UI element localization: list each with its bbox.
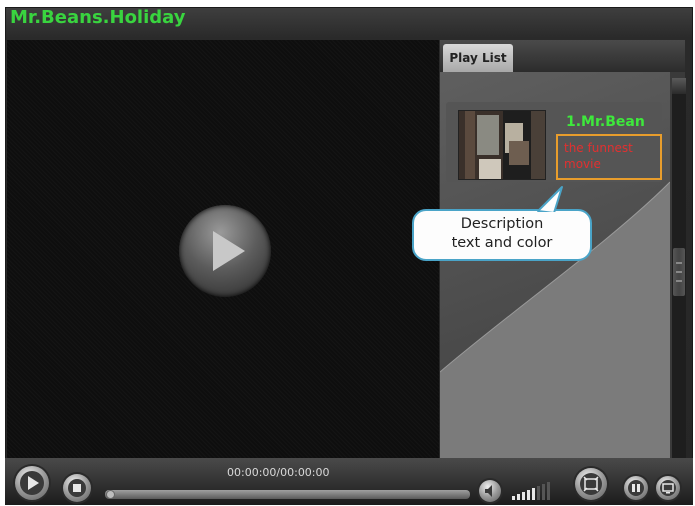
grip-line [676,271,682,273]
playlist-icon [628,480,644,496]
video-thumbnail [458,110,546,180]
grip-line [676,262,682,264]
stop-button[interactable] [63,474,91,502]
playlist-scrollbar[interactable] [672,78,686,458]
callout-line-2: text and color [451,235,553,251]
play-icon [20,471,44,495]
tab-play-list[interactable]: Play List [443,44,513,72]
annotation-callout: Description text and color [412,186,592,261]
seek-handle[interactable] [106,490,115,499]
playlist-content: 1.Mr.Bean the funnest movie [440,72,670,458]
playlist-item-title: 1.Mr.Bean [566,114,645,130]
volume-button[interactable] [479,480,501,502]
callout-text: Description text and color [414,215,590,253]
stop-icon [68,479,86,497]
control-bar: 00:00:00/00:00:00 [5,458,693,505]
seek-bar[interactable] [105,490,470,499]
fullscreen-button[interactable] [575,468,607,500]
grip-line [676,280,682,282]
playlist-item[interactable]: 1.Mr.Bean the funnest movie [446,102,662,182]
scroll-thumb[interactable] [673,248,685,296]
play-icon [213,231,245,271]
playlist-item-description: the funnest movie [564,141,633,171]
description-highlight-box: the funnest movie [556,134,662,180]
big-play-button[interactable] [179,205,271,297]
monitor-icon [660,480,676,496]
video-area[interactable] [7,40,439,458]
volume-level-indicator[interactable] [510,480,570,502]
scroll-up-button[interactable] [672,78,686,94]
speaker-icon [485,485,492,497]
time-display: 00:00:00/00:00:00 [227,466,330,479]
fullscreen-icon [580,473,602,495]
playlist-tab-bar: Play List [440,40,685,72]
play-button[interactable] [15,466,49,500]
playlist-toggle-button[interactable] [624,476,648,500]
video-title: Mr.Beans.Holiday [10,7,186,28]
screen-mode-button[interactable] [656,476,680,500]
callout-line-1: Description [460,216,544,232]
